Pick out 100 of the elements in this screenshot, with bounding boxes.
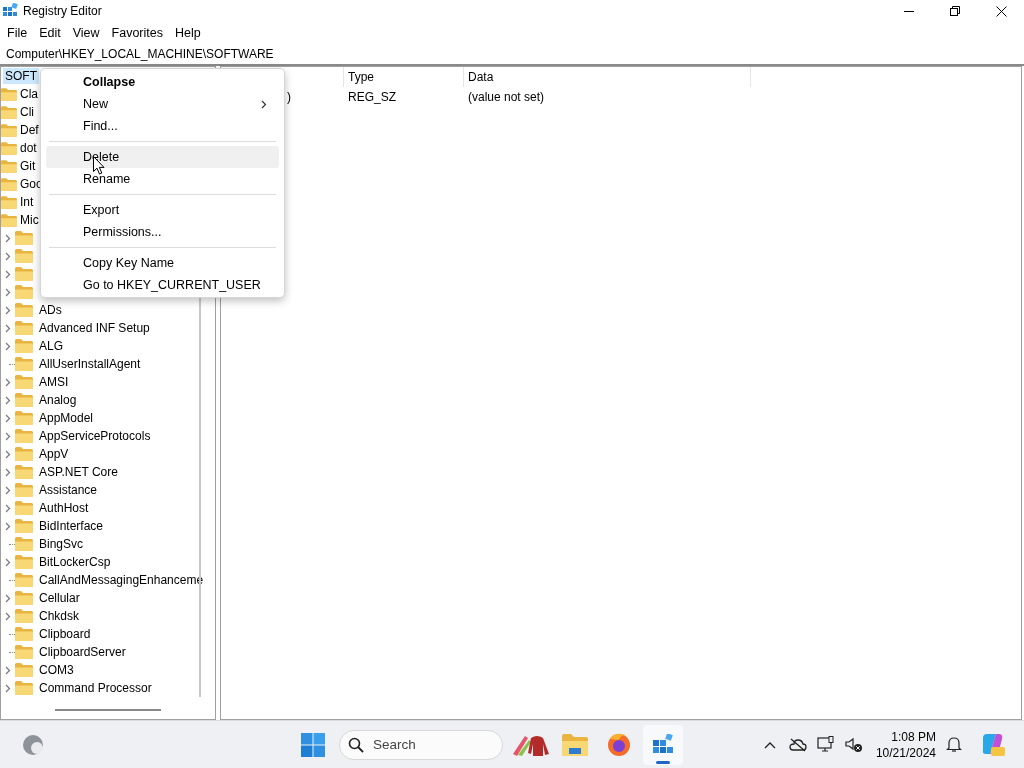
folder-icon bbox=[562, 733, 588, 756]
tree-item[interactable]: AppV bbox=[37, 446, 71, 462]
folder-icon bbox=[15, 645, 33, 659]
folder-icon bbox=[15, 627, 33, 641]
tree-item[interactable]: Cli bbox=[18, 104, 36, 120]
column-header[interactable]: Type bbox=[344, 67, 464, 87]
scrollbar-thumb[interactable] bbox=[55, 709, 161, 711]
folder-icon bbox=[15, 465, 33, 479]
tree-item[interactable]: Analog bbox=[37, 392, 79, 408]
chevron-icon[interactable] bbox=[5, 449, 11, 459]
folder-icon bbox=[1, 213, 17, 227]
menu-item[interactable]: Edit bbox=[33, 26, 67, 40]
chevron-icon[interactable] bbox=[5, 683, 11, 693]
menu-item[interactable]: Find... bbox=[46, 115, 279, 137]
chevron-icon[interactable] bbox=[5, 395, 11, 405]
folder-icon bbox=[15, 231, 33, 245]
menu-item[interactable]: Permissions... bbox=[46, 221, 279, 243]
menu-item[interactable]: Help bbox=[169, 26, 207, 40]
chevron-up-icon[interactable] bbox=[763, 740, 776, 749]
tree-item[interactable]: ALG bbox=[37, 338, 65, 354]
folder-icon bbox=[15, 429, 33, 443]
chevron-icon[interactable] bbox=[5, 377, 11, 387]
scrollbar-thumb[interactable] bbox=[199, 297, 201, 697]
start-icon[interactable] bbox=[301, 732, 325, 757]
folder-icon bbox=[15, 393, 33, 407]
chevron-icon[interactable] bbox=[5, 521, 11, 531]
tree-item[interactable]: Mic bbox=[18, 212, 41, 228]
tree-item[interactable]: Chkdsk bbox=[37, 608, 81, 624]
folder-icon bbox=[15, 249, 33, 263]
tree-item[interactable]: AppServiceProtocols bbox=[37, 428, 153, 444]
chevron-icon[interactable] bbox=[5, 305, 11, 315]
tree-item[interactable]: AMSI bbox=[37, 374, 71, 390]
chevron-icon[interactable] bbox=[5, 233, 11, 243]
tree-item[interactable]: COM3 bbox=[37, 662, 76, 678]
tree-item[interactable]: CallAndMessagingEnhanceme bbox=[37, 572, 206, 588]
cloud-off-icon[interactable] bbox=[788, 737, 807, 752]
tree-item[interactable]: Command Processor bbox=[37, 680, 154, 696]
menu-item[interactable]: Collapse bbox=[46, 71, 279, 93]
chevron-icon[interactable] bbox=[5, 251, 11, 261]
chevron-icon[interactable] bbox=[5, 503, 11, 513]
close-icon[interactable] bbox=[995, 5, 1007, 17]
menu-item[interactable]: Export bbox=[46, 199, 279, 221]
tree-item[interactable]: AuthHost bbox=[37, 500, 91, 516]
tree-item[interactable]: Int bbox=[18, 194, 36, 210]
chevron-icon[interactable] bbox=[5, 431, 11, 441]
tree-item[interactable]: Advanced INF Setup bbox=[37, 320, 152, 336]
tree-item[interactable]: BidInterface bbox=[37, 518, 106, 534]
folder-icon bbox=[15, 501, 33, 515]
network-icon[interactable] bbox=[816, 736, 835, 753]
taskbar-app[interactable] bbox=[643, 724, 683, 765]
tree-item[interactable]: ClipboardServer bbox=[37, 644, 128, 660]
tree-item[interactable]: Cellular bbox=[37, 590, 82, 606]
tree-item[interactable]: SOFT bbox=[3, 68, 39, 84]
bell-icon[interactable] bbox=[946, 736, 962, 753]
tree-item[interactable]: AllUserInstallAgent bbox=[37, 356, 143, 372]
chevron-icon[interactable] bbox=[5, 269, 11, 279]
menu-item[interactable]: Favorites bbox=[105, 26, 169, 40]
tree-item[interactable]: Cla bbox=[18, 86, 40, 102]
tree-item[interactable]: Assistance bbox=[37, 482, 100, 498]
chevron-icon[interactable] bbox=[5, 557, 11, 567]
tree-item[interactable]: ADs bbox=[37, 302, 64, 318]
menu-item[interactable]: Rename bbox=[46, 168, 279, 190]
moon-icon[interactable] bbox=[21, 732, 45, 757]
volume-muted-icon[interactable] bbox=[844, 736, 863, 753]
value-type: REG_SZ bbox=[347, 90, 397, 104]
folder-icon bbox=[15, 519, 33, 533]
menu-item[interactable]: Go to HKEY_CURRENT_USER bbox=[46, 274, 279, 296]
folder-icon bbox=[15, 357, 33, 371]
tree-item[interactable]: BitLockerCsp bbox=[37, 554, 113, 570]
chevron-icon[interactable] bbox=[5, 467, 11, 477]
menu-item[interactable]: Copy Key Name bbox=[46, 252, 279, 274]
chevron-icon[interactable] bbox=[5, 341, 11, 351]
tree-item[interactable]: Def bbox=[18, 122, 41, 138]
column-header[interactable]: Data bbox=[464, 67, 751, 87]
chevron-icon[interactable] bbox=[5, 323, 11, 333]
chevron-icon[interactable] bbox=[5, 593, 11, 603]
menu-item[interactable]: File bbox=[1, 26, 34, 40]
tree-item[interactable]: BingSvc bbox=[37, 536, 86, 552]
search-field[interactable]: Search bbox=[339, 729, 503, 760]
tree-item[interactable]: Clipboard bbox=[37, 626, 93, 642]
address-bar[interactable]: Computer\HKEY_LOCAL_MACHINE\SOFTWARE bbox=[0, 44, 1024, 64]
folder-icon bbox=[15, 537, 33, 551]
chevron-icon[interactable] bbox=[5, 611, 11, 621]
registry-app-icon bbox=[652, 733, 674, 756]
tree-item[interactable]: ASP.NET Core bbox=[37, 464, 120, 480]
folder-icon bbox=[1, 87, 17, 101]
chevron-icon[interactable] bbox=[5, 413, 11, 423]
tree-item[interactable]: dot bbox=[18, 140, 39, 156]
menu-item[interactable]: New bbox=[46, 93, 279, 115]
restore-icon[interactable] bbox=[950, 6, 960, 16]
chevron-icon[interactable] bbox=[5, 485, 11, 495]
chevron-icon[interactable] bbox=[5, 665, 11, 675]
chevron-icon[interactable] bbox=[5, 287, 11, 297]
folder-icon bbox=[15, 411, 33, 425]
menu-item[interactable]: View bbox=[66, 26, 106, 40]
clock[interactable]: 1:08 PM 10/21/2024 bbox=[875, 728, 936, 761]
tree-item[interactable]: Git bbox=[18, 158, 38, 174]
copilot-icon[interactable] bbox=[980, 731, 1006, 758]
value-data: (value not set) bbox=[467, 90, 546, 104]
tree-item[interactable]: AppModel bbox=[37, 410, 96, 426]
